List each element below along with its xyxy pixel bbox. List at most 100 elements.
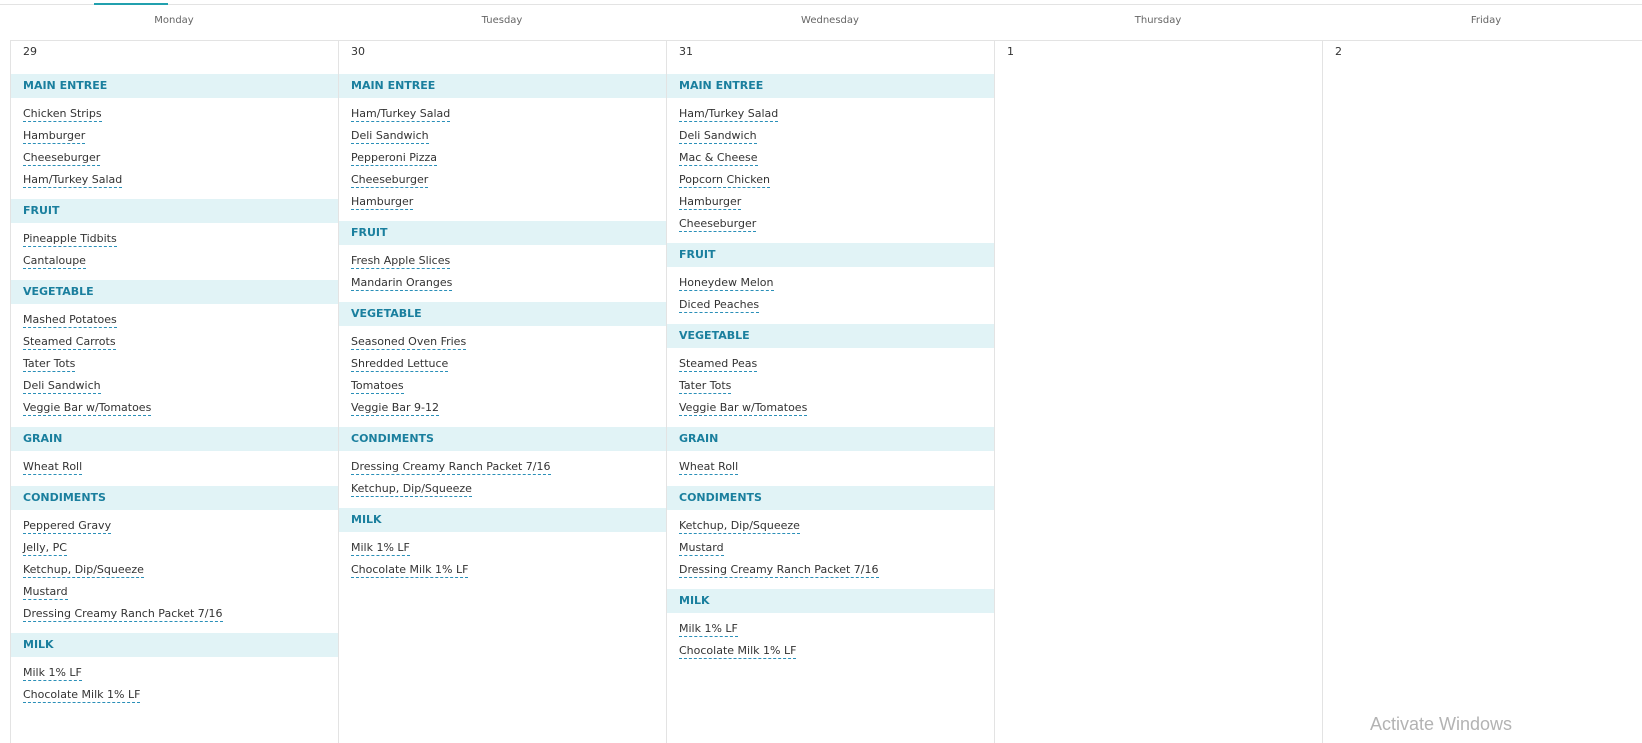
menu-item-list: Honeydew Melon Diced Peaches [667, 275, 994, 319]
menu-item: Cheeseburger [351, 172, 666, 194]
menu-item-link[interactable]: Deli Sandwich [351, 129, 429, 144]
menu-item: Mustard [679, 540, 994, 562]
menu-item-link[interactable]: Hamburger [679, 195, 742, 210]
menu-item-list: Wheat Roll [11, 459, 338, 481]
menu-item-link[interactable]: Dressing Creamy Ranch Packet 7/16 [679, 563, 879, 578]
menu-item-link[interactable]: Cheeseburger [679, 217, 757, 232]
menu-item: Milk 1% LF [351, 540, 666, 562]
menu-item: Tomatoes [351, 378, 666, 400]
category-header: FRUIT [11, 199, 338, 223]
category-header: MAIN ENTREE [11, 74, 338, 98]
menu-item: Fresh Apple Slices [351, 253, 666, 275]
menu-item-link[interactable]: Chocolate Milk 1% LF [679, 644, 797, 659]
menu-item-link[interactable]: Shredded Lettuce [351, 357, 449, 372]
category-header: GRAIN [667, 427, 994, 451]
date-number: 30 [351, 45, 365, 58]
menu-item-link[interactable]: Popcorn Chicken [679, 173, 771, 188]
menu-item-link[interactable]: Deli Sandwich [679, 129, 757, 144]
menu-item-link[interactable]: Pepperoni Pizza [351, 151, 438, 166]
menu-item-link[interactable]: Mashed Potatoes [23, 313, 117, 328]
menu-item: Mandarin Oranges [351, 275, 666, 297]
menu-item-link[interactable]: Steamed Carrots [23, 335, 116, 350]
menu-item-link[interactable]: Peppered Gravy [23, 519, 112, 534]
menu-item-link[interactable]: Mustard [23, 585, 68, 600]
menu-item: Steamed Carrots [23, 334, 338, 356]
menu-item-link[interactable]: Mustard [679, 541, 724, 556]
menu-item: Jelly, PC [23, 540, 338, 562]
menu-item: Honeydew Melon [679, 275, 994, 297]
menu-item-link[interactable]: Wheat Roll [23, 460, 83, 475]
menu-item-link[interactable]: Steamed Peas [679, 357, 758, 372]
menu-item-link[interactable]: Jelly, PC [23, 541, 67, 556]
menu-item-link[interactable]: Cantaloupe [23, 254, 86, 269]
menu-item-link[interactable]: Fresh Apple Slices [351, 254, 451, 269]
category-header: VEGETABLE [339, 302, 666, 326]
menu-item-link[interactable]: Tater Tots [23, 357, 76, 372]
day-column-tuesday: 30 MAIN ENTREE Ham/Turkey Salad Deli Sandwi… [338, 41, 666, 743]
menu-item-link[interactable]: Milk 1% LF [351, 541, 410, 556]
menu-item-link[interactable]: Cheeseburger [23, 151, 101, 166]
category-header: FRUIT [339, 221, 666, 245]
menu-item-link[interactable]: Hamburger [351, 195, 414, 210]
menu-item-link[interactable]: Tomatoes [351, 379, 404, 394]
menu-item: Ham/Turkey Salad [351, 106, 666, 128]
menu-item-link[interactable]: Veggie Bar w/Tomatoes [23, 401, 152, 416]
menu-item: Ketchup, Dip/Squeeze [351, 481, 666, 503]
menu-item-link[interactable]: Dressing Creamy Ranch Packet 7/16 [351, 460, 551, 475]
menu-item-link[interactable]: Ketchup, Dip/Squeeze [23, 563, 144, 578]
menu-item-link[interactable]: Ham/Turkey Salad [679, 107, 779, 122]
category-header: CONDIMENTS [667, 486, 994, 510]
category-header: VEGETABLE [11, 280, 338, 304]
menu-item: Chicken Strips [23, 106, 338, 128]
menu-item-list: Dressing Creamy Ranch Packet 7/16 Ketchup… [339, 459, 666, 503]
date-number: 1 [1007, 45, 1014, 58]
menu-item-link[interactable]: Dressing Creamy Ranch Packet 7/16 [23, 607, 223, 622]
date-number: 29 [23, 45, 37, 58]
menu-item-link[interactable]: Pineapple Tidbits [23, 232, 117, 247]
menu-item-link[interactable]: Honeydew Melon [679, 276, 774, 291]
menu-item: Mashed Potatoes [23, 312, 338, 334]
menu-item: Tater Tots [679, 378, 994, 400]
day-column-monday: 29 MAIN ENTREE Chicken Strips Hamburger Chee… [10, 41, 338, 743]
menu-item-list: Wheat Roll [667, 459, 994, 481]
menu-item-list: Chicken Strips Hamburger Cheeseburger Ham/T… [11, 106, 338, 194]
menu-item: Cheeseburger [679, 216, 994, 238]
menu-item-link[interactable]: Chicken Strips [23, 107, 102, 122]
menu-item-link[interactable]: Wheat Roll [679, 460, 739, 475]
menu-item-link[interactable]: Mac & Cheese [679, 151, 758, 166]
menu-item: Shredded Lettuce [351, 356, 666, 378]
menu-item-link[interactable]: Milk 1% LF [679, 622, 738, 637]
category-header: MILK [11, 633, 338, 657]
menu-item-link[interactable]: Ketchup, Dip/Squeeze [351, 482, 472, 497]
menu-item: Cantaloupe [23, 253, 338, 275]
menu-item-link[interactable]: Mandarin Oranges [351, 276, 453, 291]
menu-item: Seasoned Oven Fries [351, 334, 666, 356]
day-header-thursday: Thursday [1134, 15, 1182, 26]
menu-item: Veggie Bar 9-12 [351, 400, 666, 422]
menu-item: Dressing Creamy Ranch Packet 7/16 [679, 562, 994, 584]
category-header: FRUIT [667, 243, 994, 267]
menu-item: Diced Peaches [679, 297, 994, 319]
menu-item-link[interactable]: Seasoned Oven Fries [351, 335, 467, 350]
menu-item-link[interactable]: Tater Tots [679, 379, 732, 394]
menu-item: Steamed Peas [679, 356, 994, 378]
menu-item-link[interactable]: Veggie Bar w/Tomatoes [679, 401, 808, 416]
menu-item: Ketchup, Dip/Squeeze [23, 562, 338, 584]
category-header: CONDIMENTS [339, 427, 666, 451]
menu-item-list: Fresh Apple Slices Mandarin Oranges [339, 253, 666, 297]
category-header: MAIN ENTREE [339, 74, 666, 98]
menu-item-link[interactable]: Milk 1% LF [23, 666, 82, 681]
menu-item: Dressing Creamy Ranch Packet 7/16 [23, 606, 338, 628]
menu-item-link[interactable]: Veggie Bar 9-12 [351, 401, 439, 416]
menu-item-link[interactable]: Chocolate Milk 1% LF [351, 563, 469, 578]
menu-item-link[interactable]: Diced Peaches [679, 298, 760, 313]
menu-item-link[interactable]: Ketchup, Dip/Squeeze [679, 519, 800, 534]
menu-item-link[interactable]: Ham/Turkey Salad [23, 173, 123, 188]
menu-item-link[interactable]: Hamburger [23, 129, 86, 144]
menu-item-link[interactable]: Chocolate Milk 1% LF [23, 688, 141, 703]
activate-windows-watermark: Activate Windows [1370, 714, 1513, 734]
menu-item-link[interactable]: Cheeseburger [351, 173, 429, 188]
menu-item-link[interactable]: Deli Sandwich [23, 379, 101, 394]
menu-item-link[interactable]: Ham/Turkey Salad [351, 107, 451, 122]
menu-item: Hamburger [351, 194, 666, 216]
